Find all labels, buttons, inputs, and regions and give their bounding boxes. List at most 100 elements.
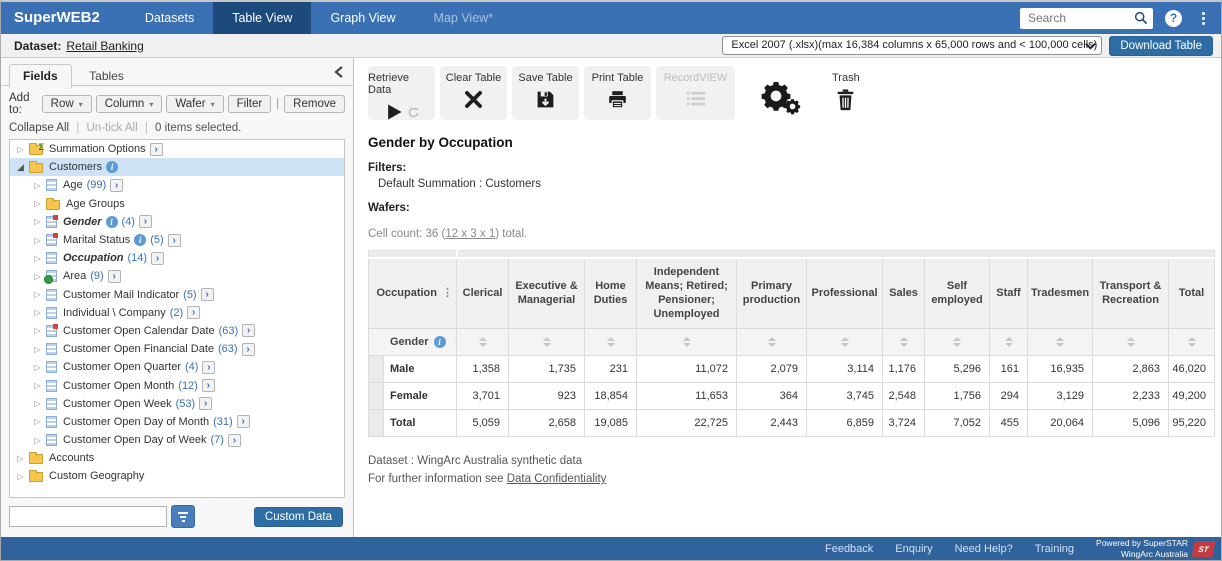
open-field-arrow-icon[interactable]: › (237, 415, 250, 428)
sort-cell-clerical[interactable] (457, 328, 509, 355)
retrieve-data-button[interactable]: Retrieve Data (368, 66, 435, 120)
info-icon[interactable]: i (434, 336, 446, 348)
sort-icon[interactable] (841, 337, 849, 347)
tree-item-individual-company[interactable]: ▷Individual \ Company(2)› (10, 304, 344, 322)
sort-icon[interactable] (543, 337, 551, 347)
footer-link-need-help[interactable]: Need Help? (955, 543, 1013, 555)
col-header-total[interactable]: Total (1169, 258, 1215, 329)
tree-item-customer-open-day-of-month[interactable]: ▷Customer Open Day of Month(31)› (10, 413, 344, 431)
open-field-arrow-icon[interactable]: › (202, 379, 215, 392)
nav-tab-graph-view[interactable]: Graph View (311, 2, 414, 34)
sort-icon[interactable] (900, 337, 908, 347)
expand-node-icon[interactable]: ▷ (14, 472, 27, 481)
custom-data-button[interactable]: Custom Data (254, 507, 343, 527)
sort-cell-total[interactable] (1169, 328, 1215, 355)
col-header-primary-production[interactable]: Primary production (737, 258, 807, 329)
sort-icon[interactable] (1056, 337, 1064, 347)
expand-node-icon[interactable]: ▷ (31, 363, 44, 372)
tree-item-gender[interactable]: ▷Genderi(4)› (10, 213, 344, 231)
add-to-wafer-button[interactable]: Wafer▾ (166, 95, 223, 113)
tree-item-age-groups[interactable]: ▷Age Groups (10, 195, 344, 213)
sort-cell-staff[interactable] (990, 328, 1028, 355)
expand-node-icon[interactable]: ▷ (31, 381, 44, 390)
export-format-select[interactable]: Excel 2007 (.xlsx)(max 16,384 columns x … (722, 36, 1102, 55)
expand-node-icon[interactable]: ▷ (31, 345, 44, 354)
tree-item-customer-open-calendar-date[interactable]: ▷Customer Open Calendar Date(63)› (10, 322, 344, 340)
tree-item-customer-open-month[interactable]: ▷Customer Open Month(12)› (10, 376, 344, 394)
dataset-name-link[interactable]: Retail Banking (66, 39, 143, 53)
open-field-arrow-icon[interactable]: › (110, 179, 123, 192)
tree-item-custom-geography[interactable]: ▷Custom Geography (10, 467, 344, 485)
collapse-sidebar-icon[interactable] (334, 65, 344, 84)
tree-item-summation-options[interactable]: ▷Summation Options› (10, 140, 344, 158)
tab-fields[interactable]: Fields (9, 64, 72, 89)
col-header-clerical[interactable]: Clerical (457, 258, 509, 329)
tree-item-occupation[interactable]: ▷Occupation(14)› (10, 249, 344, 267)
sort-cell-executive-managerial[interactable] (509, 328, 585, 355)
expand-node-icon[interactable]: ▷ (31, 272, 44, 281)
expand-node-icon[interactable]: ▷ (31, 436, 44, 445)
expand-node-icon[interactable]: ▷ (31, 417, 44, 426)
info-icon[interactable]: i (106, 216, 118, 228)
row-dimension-cell[interactable]: Gender i ⋮ (369, 328, 457, 355)
add-to-row-button[interactable]: Row▾ (42, 95, 92, 113)
filter-funnel-icon[interactable] (171, 505, 195, 528)
open-field-arrow-icon[interactable]: › (139, 215, 152, 228)
nav-tab-datasets[interactable]: Datasets (126, 2, 213, 34)
occupation-menu-icon[interactable]: ⋮ (442, 286, 453, 300)
expand-node-icon[interactable]: ▷ (14, 145, 27, 154)
expand-node-icon[interactable]: ▷ (31, 181, 44, 190)
col-header-self-employed[interactable]: Self employed (925, 258, 990, 329)
sort-cell-independent-means-retired-pensioner-unemployed[interactable] (637, 328, 737, 355)
sort-cell-home-duties[interactable] (585, 328, 637, 355)
sort-cell-professional[interactable] (807, 328, 883, 355)
sort-icon[interactable] (768, 337, 776, 347)
nav-tab-table-view[interactable]: Table View (213, 2, 311, 34)
tree-item-accounts[interactable]: ▷Accounts (10, 449, 344, 467)
search-icon[interactable] (1134, 11, 1148, 30)
trash-dropzone[interactable]: Trash (832, 72, 860, 111)
tree-item-customers[interactable]: ◢Customersi (10, 158, 344, 176)
sort-icon[interactable] (953, 337, 961, 347)
open-field-arrow-icon[interactable]: › (242, 343, 255, 356)
tab-tables[interactable]: Tables (76, 65, 137, 88)
sort-cell-transport-recreation[interactable] (1093, 328, 1169, 355)
tree-item-customer-open-day-of-week[interactable]: ▷Customer Open Day of Week(7)› (10, 431, 344, 449)
open-field-arrow-icon[interactable]: › (201, 288, 214, 301)
tree-item-customer-mail-indicator[interactable]: ▷Customer Mail Indicator(5)› (10, 286, 344, 304)
col-header-independent-means-retired-pensioner-unemployed[interactable]: Independent Means; Retired; Pensioner; U… (637, 258, 737, 329)
collapse-all-link[interactable]: Collapse All (9, 122, 69, 134)
expand-node-icon[interactable]: ▷ (31, 308, 44, 317)
tree-item-age[interactable]: ▷Age(99)› (10, 176, 344, 194)
help-icon[interactable]: ? (1165, 10, 1182, 27)
open-field-arrow-icon[interactable]: › (151, 252, 164, 265)
table-options-gear-icon[interactable] (760, 80, 806, 120)
footer-link-training[interactable]: Training (1035, 543, 1074, 555)
sort-icon[interactable] (1005, 337, 1013, 347)
open-field-arrow-icon[interactable]: › (242, 324, 255, 337)
add-to-filter-button[interactable]: Filter (228, 95, 272, 113)
recordview-button[interactable]: RecordVIEW (656, 66, 735, 120)
sort-icon[interactable] (607, 337, 615, 347)
print-table-button[interactable]: Print Table (584, 66, 651, 120)
sort-icon[interactable] (683, 337, 691, 347)
expand-node-icon[interactable]: ▷ (14, 454, 27, 463)
col-header-professional[interactable]: Professional (807, 258, 883, 329)
expand-node-icon[interactable]: ▷ (31, 290, 44, 299)
tree-item-customer-open-week[interactable]: ▷Customer Open Week(53)› (10, 395, 344, 413)
add-to-column-button[interactable]: Column▾ (96, 95, 163, 113)
col-header-sales[interactable]: Sales (883, 258, 925, 329)
open-field-arrow-icon[interactable]: › (108, 270, 121, 283)
tree-item-customer-open-financial-date[interactable]: ▷Customer Open Financial Date(63)› (10, 340, 344, 358)
sort-icon[interactable] (479, 337, 487, 347)
expand-node-icon[interactable]: ▷ (31, 254, 44, 263)
column-dimension-header[interactable]: Occupation⋮ (369, 258, 457, 329)
nav-tab-map-view[interactable]: Map View* (415, 2, 513, 34)
add-to-remove-button[interactable]: Remove (284, 95, 345, 113)
open-field-arrow-icon[interactable]: › (187, 306, 200, 319)
col-header-home-duties[interactable]: Home Duties (585, 258, 637, 329)
info-icon[interactable]: i (106, 161, 118, 173)
expand-node-icon[interactable]: ▷ (31, 236, 44, 245)
info-icon[interactable]: i (134, 234, 146, 246)
open-field-arrow-icon[interactable]: › (168, 234, 181, 247)
